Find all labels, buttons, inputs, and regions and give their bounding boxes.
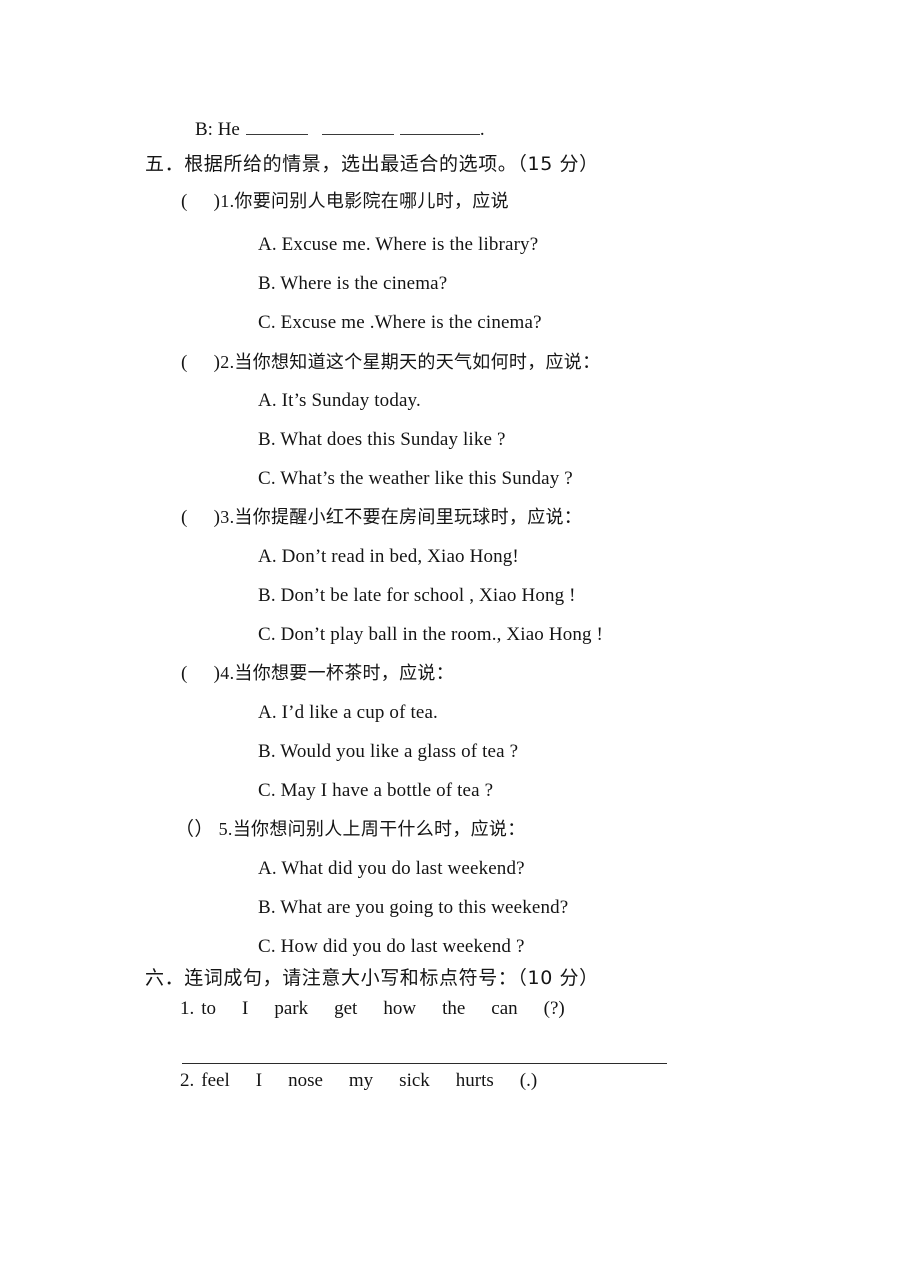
question-3-option-a[interactable]: A. Don’t read in bed, Xiao Hong! — [258, 547, 519, 566]
question-4-number: 4. — [220, 663, 235, 683]
scramble-1-word-7[interactable]: can — [491, 999, 517, 1018]
question-2-stem: ()2.当你想知道这个星期天的天气如何时，应说： — [181, 353, 600, 372]
question-4-option-a[interactable]: A. I’d like a cup of tea. — [258, 703, 438, 722]
section-five-heading: 五．根据所给的情景，选出最适合的选项。（15 分） — [145, 153, 599, 175]
section-six-heading: 六．连词成句，请注意大小写和标点符号：（10 分） — [145, 967, 599, 989]
question-2-bracket-open: ( — [181, 352, 188, 373]
answer-blank-3[interactable] — [399, 119, 480, 135]
question-5-option-a[interactable]: A. What did you do last weekend? — [258, 859, 525, 878]
scramble-2-word-6[interactable]: hurts — [456, 1071, 494, 1090]
scramble-1-word-1[interactable]: to — [201, 999, 216, 1018]
scramble-1-word-2[interactable]: I — [242, 999, 248, 1018]
question-2-number: 2. — [220, 352, 235, 372]
scramble-1-word-3[interactable]: park — [274, 999, 308, 1018]
question-2-text: 当你想知道这个星期天的天气如何时，应说： — [234, 352, 601, 373]
scramble-item-2: 2. feel Inose my sick hurts (.) — [180, 1071, 537, 1090]
question-1-option-b[interactable]: B. Where is the cinema? — [258, 274, 447, 293]
dialogue-end-punctuation: . — [479, 119, 485, 140]
dialogue-speaker-label: B: He — [195, 119, 240, 140]
question-1-text: 你要问别人电影院在哪儿时，应说 — [234, 191, 509, 212]
scramble-2-word-5[interactable]: sick — [399, 1071, 430, 1090]
question-3-bracket-open: ( — [181, 507, 188, 528]
scramble-2-number: 2. — [180, 1070, 195, 1091]
question-1-option-a[interactable]: A. Excuse me. Where is the library? — [258, 235, 538, 254]
scramble-1-word-6[interactable]: the — [442, 999, 465, 1018]
question-3-number: 3. — [220, 507, 235, 527]
question-5-option-c[interactable]: C. How did you do last weekend ? — [258, 937, 525, 956]
question-3-option-c[interactable]: C. Don’t play ball in the room., Xiao Ho… — [258, 625, 603, 644]
scramble-1-punctuation-hint: (?) — [543, 998, 565, 1019]
question-2-option-b[interactable]: B. What does this Sunday like ? — [258, 430, 506, 449]
question-5-bracket-close: ） — [194, 819, 214, 840]
exam-page: B: He. 五．根据所给的情景，选出最适合的选项。（15 分） ()1.你要问… — [0, 0, 920, 1274]
question-3-option-b[interactable]: B. Don’t be late for school , Xiao Hong … — [258, 586, 576, 605]
question-2-option-c[interactable]: C. What’s the weather like this Sunday ? — [258, 469, 573, 488]
question-4-stem: ()4.当你想要一杯茶时，应说： — [181, 664, 454, 683]
question-4-text: 当你想要一杯茶时，应说： — [234, 663, 454, 684]
question-4-option-b[interactable]: B. Would you like a glass of tea ? — [258, 742, 518, 761]
scramble-2-word-1[interactable]: feel — [201, 1071, 229, 1090]
question-1-option-c[interactable]: C. Excuse me .Where is the cinema? — [258, 313, 542, 332]
question-2-option-a[interactable]: A. It’s Sunday today. — [258, 391, 421, 410]
question-4-bracket-open: ( — [181, 663, 188, 684]
scramble-2-word-4[interactable]: my — [349, 1071, 373, 1090]
scramble-2-word-3[interactable]: nose — [288, 1071, 323, 1090]
question-3-stem: ()3.当你提醒小红不要在房间里玩球时，应说： — [181, 508, 582, 527]
scramble-2-punctuation-hint: (.) — [519, 1070, 538, 1091]
scramble-1-number: 1. — [180, 998, 195, 1019]
scramble-item-1: 1. to Ipark get how the can (?) — [180, 999, 565, 1018]
scramble-1-word-4[interactable]: get — [334, 999, 357, 1018]
answer-blank-1[interactable] — [245, 119, 308, 135]
question-1-bracket-open: ( — [181, 191, 188, 212]
scramble-1-word-5[interactable]: how — [383, 999, 416, 1018]
answer-blank-2[interactable] — [321, 119, 394, 135]
question-5-option-b[interactable]: B. What are you going to this weekend? — [258, 898, 568, 917]
question-5-bracket-open: （ — [175, 819, 195, 840]
question-3-text: 当你提醒小红不要在房间里玩球时，应说： — [234, 507, 583, 528]
dialogue-answer-line: B: He. — [195, 119, 485, 139]
question-5-number: 5. — [218, 819, 233, 839]
question-5-stem: （） 5.当你想问别人上周干什么时，应说： — [175, 820, 526, 839]
scramble-1-answer-rule[interactable] — [182, 1063, 667, 1064]
question-1-stem: ()1.你要问别人电影院在哪儿时，应说 — [181, 192, 509, 211]
scramble-2-word-2[interactable]: I — [256, 1071, 262, 1090]
question-1-number: 1. — [220, 191, 235, 211]
question-5-text: 当你想问别人上周干什么时，应说： — [232, 819, 526, 840]
question-4-option-c[interactable]: C. May I have a bottle of tea ? — [258, 781, 493, 800]
